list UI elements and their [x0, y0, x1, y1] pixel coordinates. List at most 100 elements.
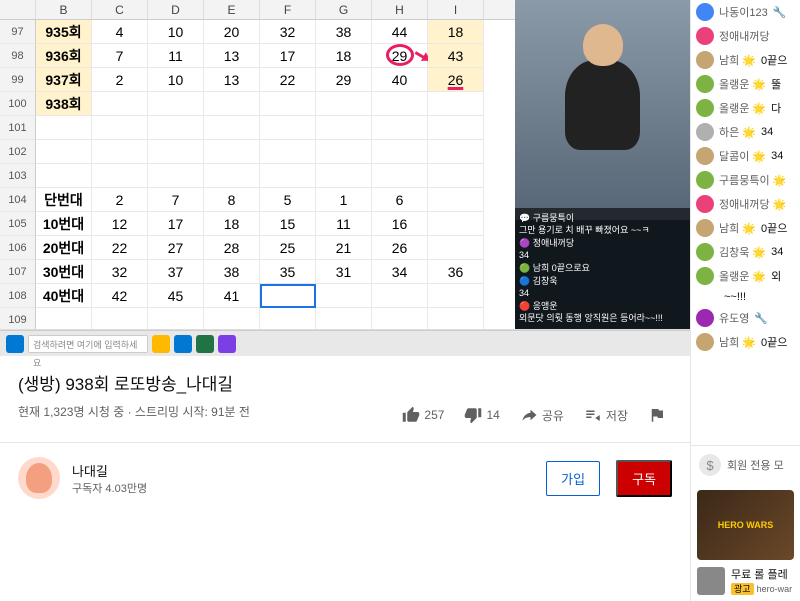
row-label-cell[interactable]	[36, 140, 92, 164]
sheet-cell[interactable]: 37	[148, 260, 204, 284]
sheet-cell[interactable]: 8	[204, 188, 260, 212]
sheet-cell[interactable]: 12	[92, 212, 148, 236]
sheet-cell[interactable]	[316, 116, 372, 140]
row-label-cell[interactable]	[36, 308, 92, 329]
row-label-cell[interactable]	[36, 116, 92, 140]
sheet-cell[interactable]	[428, 164, 484, 188]
report-button[interactable]	[642, 402, 672, 428]
sheet-cell[interactable]: 20	[204, 20, 260, 44]
sheet-cell[interactable]: 25	[260, 236, 316, 260]
sheet-cell[interactable]	[260, 308, 316, 329]
sheet-cell[interactable]: 40	[372, 68, 428, 92]
sheet-cell[interactable]	[92, 164, 148, 188]
chat-list[interactable]: 나동이123🔧정애내꺼당남희 🌟0끝으올랭운 🌟뚤올랭운 🌟다하은 🌟34달콤이…	[691, 0, 800, 445]
sheet-cell[interactable]	[316, 164, 372, 188]
col-header[interactable]: G	[316, 0, 372, 19]
row-label-cell[interactable]: 937회	[36, 68, 92, 92]
sheet-cell[interactable]: 31	[316, 260, 372, 284]
row-header[interactable]: 99	[0, 68, 36, 92]
sheet-cell[interactable]	[148, 140, 204, 164]
sheet-cell[interactable]	[92, 308, 148, 329]
sheet-cell[interactable]: 1	[316, 188, 372, 212]
sheet-cell[interactable]: 28	[204, 236, 260, 260]
excel-icon[interactable]	[196, 335, 214, 353]
sheet-cell[interactable]	[204, 164, 260, 188]
sheet-cell[interactable]	[428, 284, 484, 308]
sheet-cell[interactable]: 18	[204, 212, 260, 236]
sheet-cell[interactable]: 32	[260, 20, 316, 44]
share-button[interactable]: 공유	[514, 402, 570, 428]
sheet-cell[interactable]	[92, 116, 148, 140]
col-header[interactable]: E	[204, 0, 260, 19]
channel-avatar[interactable]	[18, 457, 60, 499]
sheet-cell[interactable]: 5	[260, 188, 316, 212]
app-icon[interactable]	[240, 335, 258, 353]
row-label-cell[interactable]: 30번대	[36, 260, 92, 284]
sheet-cell[interactable]: 21	[316, 236, 372, 260]
members-banner[interactable]: $ 회원 전용 모	[691, 445, 800, 484]
sheet-cell[interactable]	[428, 140, 484, 164]
sheet-cell[interactable]	[316, 284, 372, 308]
sheet-cell[interactable]: 10	[148, 68, 204, 92]
sheet-cell[interactable]: 13	[204, 68, 260, 92]
row-header[interactable]: 103	[0, 164, 36, 188]
start-icon[interactable]	[6, 335, 24, 353]
sheet-cell[interactable]	[92, 140, 148, 164]
sheet-cell[interactable]	[316, 92, 372, 116]
sheet-cell[interactable]: 7	[92, 44, 148, 68]
sheet-cell[interactable]: 29	[316, 68, 372, 92]
sheet-cell[interactable]	[428, 188, 484, 212]
sheet-cell[interactable]: 36	[428, 260, 484, 284]
row-header[interactable]: 107	[0, 260, 36, 284]
col-header[interactable]: D	[148, 0, 204, 19]
sheet-cell[interactable]: 13	[204, 44, 260, 68]
sheet-cell[interactable]	[428, 92, 484, 116]
col-header[interactable]: C	[92, 0, 148, 19]
sheet-cell[interactable]: 22	[260, 68, 316, 92]
sheet-cell[interactable]: 11	[148, 44, 204, 68]
row-header[interactable]: 100	[0, 92, 36, 116]
row-header[interactable]: 106	[0, 236, 36, 260]
col-header[interactable]: F	[260, 0, 316, 19]
sheet-cell[interactable]	[204, 140, 260, 164]
row-label-cell[interactable]: 10번대	[36, 212, 92, 236]
sheet-cell[interactable]: 34	[372, 260, 428, 284]
sheet-cell[interactable]	[204, 92, 260, 116]
sheet-cell[interactable]: 6	[372, 188, 428, 212]
sheet-cell[interactable]	[316, 308, 372, 329]
sheet-cell[interactable]: 43	[428, 44, 484, 68]
sheet-cell[interactable]	[148, 164, 204, 188]
sheet-cell[interactable]	[372, 116, 428, 140]
sheet-cell[interactable]: 42	[92, 284, 148, 308]
dislike-button[interactable]: 14	[458, 402, 505, 428]
sheet-cell[interactable]: 17	[148, 212, 204, 236]
sheet-cell[interactable]: 11	[316, 212, 372, 236]
sheet-cell[interactable]: 22	[92, 236, 148, 260]
row-label-cell[interactable]: 936회	[36, 44, 92, 68]
sheet-cell[interactable]	[428, 212, 484, 236]
sheet-cell[interactable]	[204, 116, 260, 140]
sheet-cell[interactable]	[260, 140, 316, 164]
row-header[interactable]: 98	[0, 44, 36, 68]
row-header[interactable]: 105	[0, 212, 36, 236]
sheet-cell[interactable]	[92, 92, 148, 116]
sheet-cell[interactable]: 26	[428, 68, 484, 92]
sheet-cell[interactable]	[428, 236, 484, 260]
row-header[interactable]: 104	[0, 188, 36, 212]
sheet-cell[interactable]: 18	[428, 20, 484, 44]
sheet-cell[interactable]: 38	[316, 20, 372, 44]
sheet-cell[interactable]	[260, 164, 316, 188]
row-label-cell[interactable]	[36, 164, 92, 188]
taskbar-search[interactable]: 검색하려면 여기에 입력하세요	[28, 335, 148, 353]
sheet-cell[interactable]: 10	[148, 20, 204, 44]
row-label-cell[interactable]: 20번대	[36, 236, 92, 260]
row-header[interactable]: 101	[0, 116, 36, 140]
channel-name[interactable]: 나대길	[72, 461, 534, 480]
sheet-cell[interactable]	[372, 92, 428, 116]
sheet-cell[interactable]	[372, 308, 428, 329]
sheet-cell[interactable]	[260, 92, 316, 116]
sheet-cell[interactable]	[372, 140, 428, 164]
sheet-cell[interactable]	[428, 116, 484, 140]
save-button[interactable]: 저장	[578, 402, 634, 428]
sheet-cell[interactable]: 7	[148, 188, 204, 212]
